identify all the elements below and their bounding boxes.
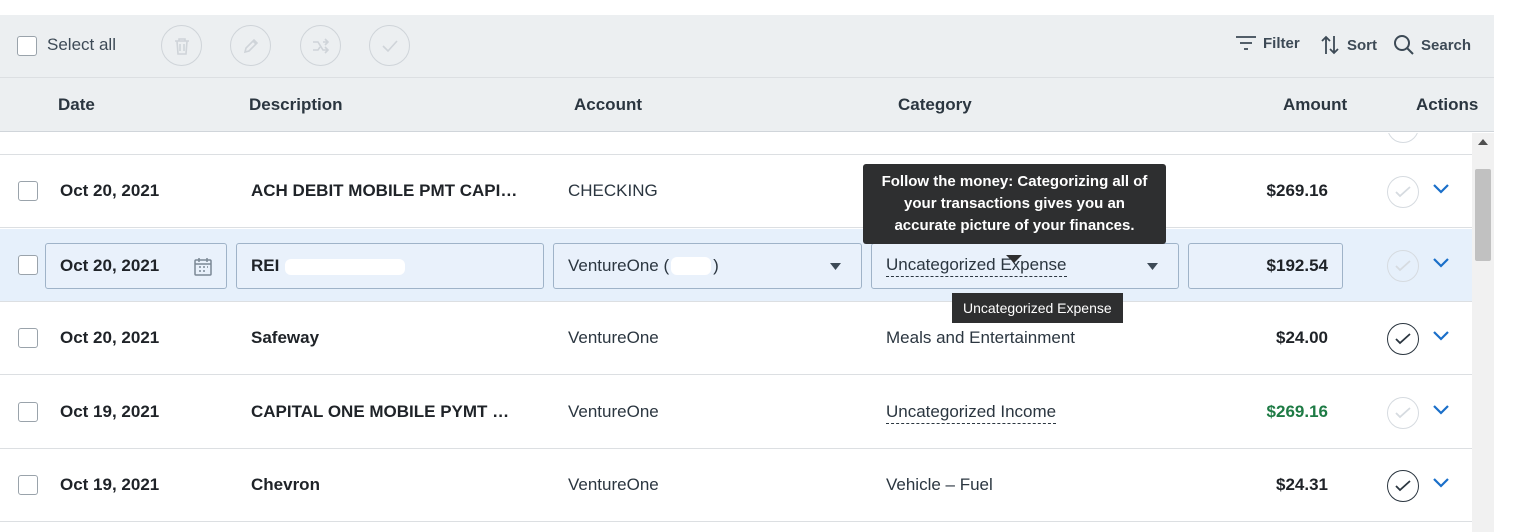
- review-toggle[interactable]: [1387, 397, 1419, 429]
- amount-field[interactable]: $192.54: [1188, 243, 1343, 289]
- merge-icon: [312, 37, 329, 54]
- column-header-category[interactable]: Category: [898, 95, 972, 115]
- caret-down-icon: [830, 263, 841, 270]
- trash-icon: [174, 37, 189, 55]
- column-header-description[interactable]: Description: [249, 95, 343, 115]
- amount-field-value: $192.54: [1266, 256, 1328, 275]
- row-account: CHECKING: [568, 181, 658, 200]
- column-header-date[interactable]: Date: [58, 95, 95, 115]
- row-amount: $269.16: [1266, 181, 1328, 200]
- delete-button[interactable]: [161, 25, 202, 66]
- check-icon: [1395, 260, 1411, 272]
- tooltip-arrow: [1006, 255, 1022, 263]
- check-icon: [1395, 186, 1411, 198]
- table-row-editing[interactable]: Oct 20, 2021 REI VentureOne ( ) Uncatego…: [0, 229, 1472, 302]
- account-select-value: VentureOne (: [568, 256, 670, 275]
- review-toggle[interactable]: [1387, 133, 1419, 143]
- row-date: Oct 19, 2021: [60, 402, 160, 421]
- check-icon: [381, 39, 398, 52]
- row-checkbox[interactable]: [18, 328, 38, 348]
- review-toggle[interactable]: [1387, 176, 1419, 208]
- search-label: Search: [1421, 36, 1472, 54]
- check-icon: [1395, 407, 1411, 419]
- row-account: VentureOne: [568, 402, 659, 421]
- filter-icon: [1236, 36, 1256, 50]
- vertical-scrollbar[interactable]: [1472, 133, 1494, 532]
- mark-reviewed-button[interactable]: [369, 25, 410, 66]
- category-hint-tooltip: Follow the money: Categorizing all of yo…: [863, 164, 1166, 244]
- sort-button[interactable]: Sort: [1319, 34, 1377, 56]
- sort-icon: [1321, 35, 1339, 55]
- row-account: VentureOne: [568, 475, 659, 494]
- row-description: ACH DEBIT MOBILE PMT CAPI…: [251, 181, 518, 200]
- row-account: VentureOne: [568, 328, 659, 347]
- filter-button[interactable]: Filter: [1235, 34, 1300, 52]
- chevron-down-icon[interactable]: [1432, 330, 1450, 342]
- row-amount: $24.00: [1276, 328, 1328, 347]
- date-field-value: Oct 20, 2021: [60, 256, 160, 275]
- account-select[interactable]: VentureOne ( ): [553, 243, 862, 289]
- row-description: CAPITAL ONE MOBILE PYMT …: [251, 402, 510, 421]
- chevron-down-icon[interactable]: [1432, 257, 1450, 269]
- calendar-icon[interactable]: [194, 257, 212, 276]
- review-toggle[interactable]: [1387, 250, 1419, 282]
- table-row[interactable]: Oct 20, 2021 Safeway VentureOne Meals an…: [0, 302, 1472, 375]
- description-field-value: REI: [251, 256, 280, 275]
- column-header-account[interactable]: Account: [574, 95, 642, 115]
- table-row[interactable]: Oct 20, 2021 ACH DEBIT MOBILE PMT CAPI… …: [0, 155, 1472, 228]
- search-icon: [1394, 35, 1414, 55]
- table-row[interactable]: Oct 19, 2021 CAPITAL ONE MOBILE PYMT … V…: [0, 376, 1472, 449]
- row-category[interactable]: Vehicle – Fuel: [886, 475, 993, 495]
- row-checkbox[interactable]: [18, 475, 38, 495]
- row-date: Oct 19, 2021: [60, 475, 160, 494]
- filter-label: Filter: [1263, 34, 1300, 52]
- chevron-down-icon[interactable]: [1432, 404, 1450, 416]
- account-select-suffix: ): [713, 256, 719, 275]
- category-select-value: Uncategorized Expense: [886, 255, 1067, 277]
- row-date: Oct 20, 2021: [60, 181, 160, 200]
- select-all-label[interactable]: Select all: [47, 35, 116, 55]
- merge-button[interactable]: [300, 25, 341, 66]
- row-amount: $24.31: [1276, 475, 1328, 494]
- transactions-panel: Select all Filter Sort Search Date Descr…: [0, 15, 1494, 532]
- review-toggle[interactable]: [1387, 470, 1419, 502]
- table-row[interactable]: Oct 19, 2021 Chevron VentureOne Vehicle …: [0, 449, 1472, 522]
- check-icon: [1395, 333, 1411, 345]
- row-date: Oct 20, 2021: [60, 328, 160, 347]
- check-icon: [1395, 480, 1411, 492]
- edit-button[interactable]: [230, 25, 271, 66]
- table-row-partial: [0, 133, 1472, 155]
- sort-label: Sort: [1347, 36, 1377, 54]
- description-field[interactable]: REI: [236, 243, 544, 289]
- table-header: Date Description Account Category Amount…: [0, 78, 1494, 132]
- category-select[interactable]: Uncategorized Expense: [871, 243, 1179, 289]
- row-category[interactable]: Uncategorized Income: [886, 402, 1057, 424]
- row-amount: $269.16: [1266, 402, 1328, 421]
- bulk-toolbar: Select all Filter Sort Search: [0, 15, 1494, 78]
- search-button[interactable]: Search: [1393, 34, 1471, 56]
- redaction: [285, 259, 405, 275]
- transactions-list: Oct 20, 2021 ACH DEBIT MOBILE PMT CAPI… …: [0, 133, 1472, 532]
- review-toggle[interactable]: [1387, 323, 1419, 355]
- row-category[interactable]: Meals and Entertainment: [886, 328, 1075, 348]
- row-checkbox[interactable]: [18, 402, 38, 422]
- chevron-down-icon[interactable]: [1432, 477, 1450, 489]
- row-description: Chevron: [251, 475, 320, 494]
- caret-down-icon: [1147, 263, 1158, 270]
- column-header-amount[interactable]: Amount: [1283, 95, 1347, 115]
- category-value-tooltip: Uncategorized Expense: [952, 293, 1123, 323]
- chevron-down-icon[interactable]: [1432, 183, 1450, 195]
- pencil-icon: [243, 38, 258, 53]
- column-header-actions: Actions: [1416, 95, 1479, 114]
- row-checkbox[interactable]: [18, 255, 38, 275]
- select-all-checkbox[interactable]: [17, 36, 37, 56]
- row-description: Safeway: [251, 328, 320, 347]
- date-field[interactable]: Oct 20, 2021: [45, 243, 227, 289]
- scroll-up-arrow-icon[interactable]: [1478, 139, 1488, 145]
- row-checkbox[interactable]: [18, 181, 38, 201]
- redaction: [671, 257, 712, 275]
- scroll-thumb[interactable]: [1475, 169, 1491, 261]
